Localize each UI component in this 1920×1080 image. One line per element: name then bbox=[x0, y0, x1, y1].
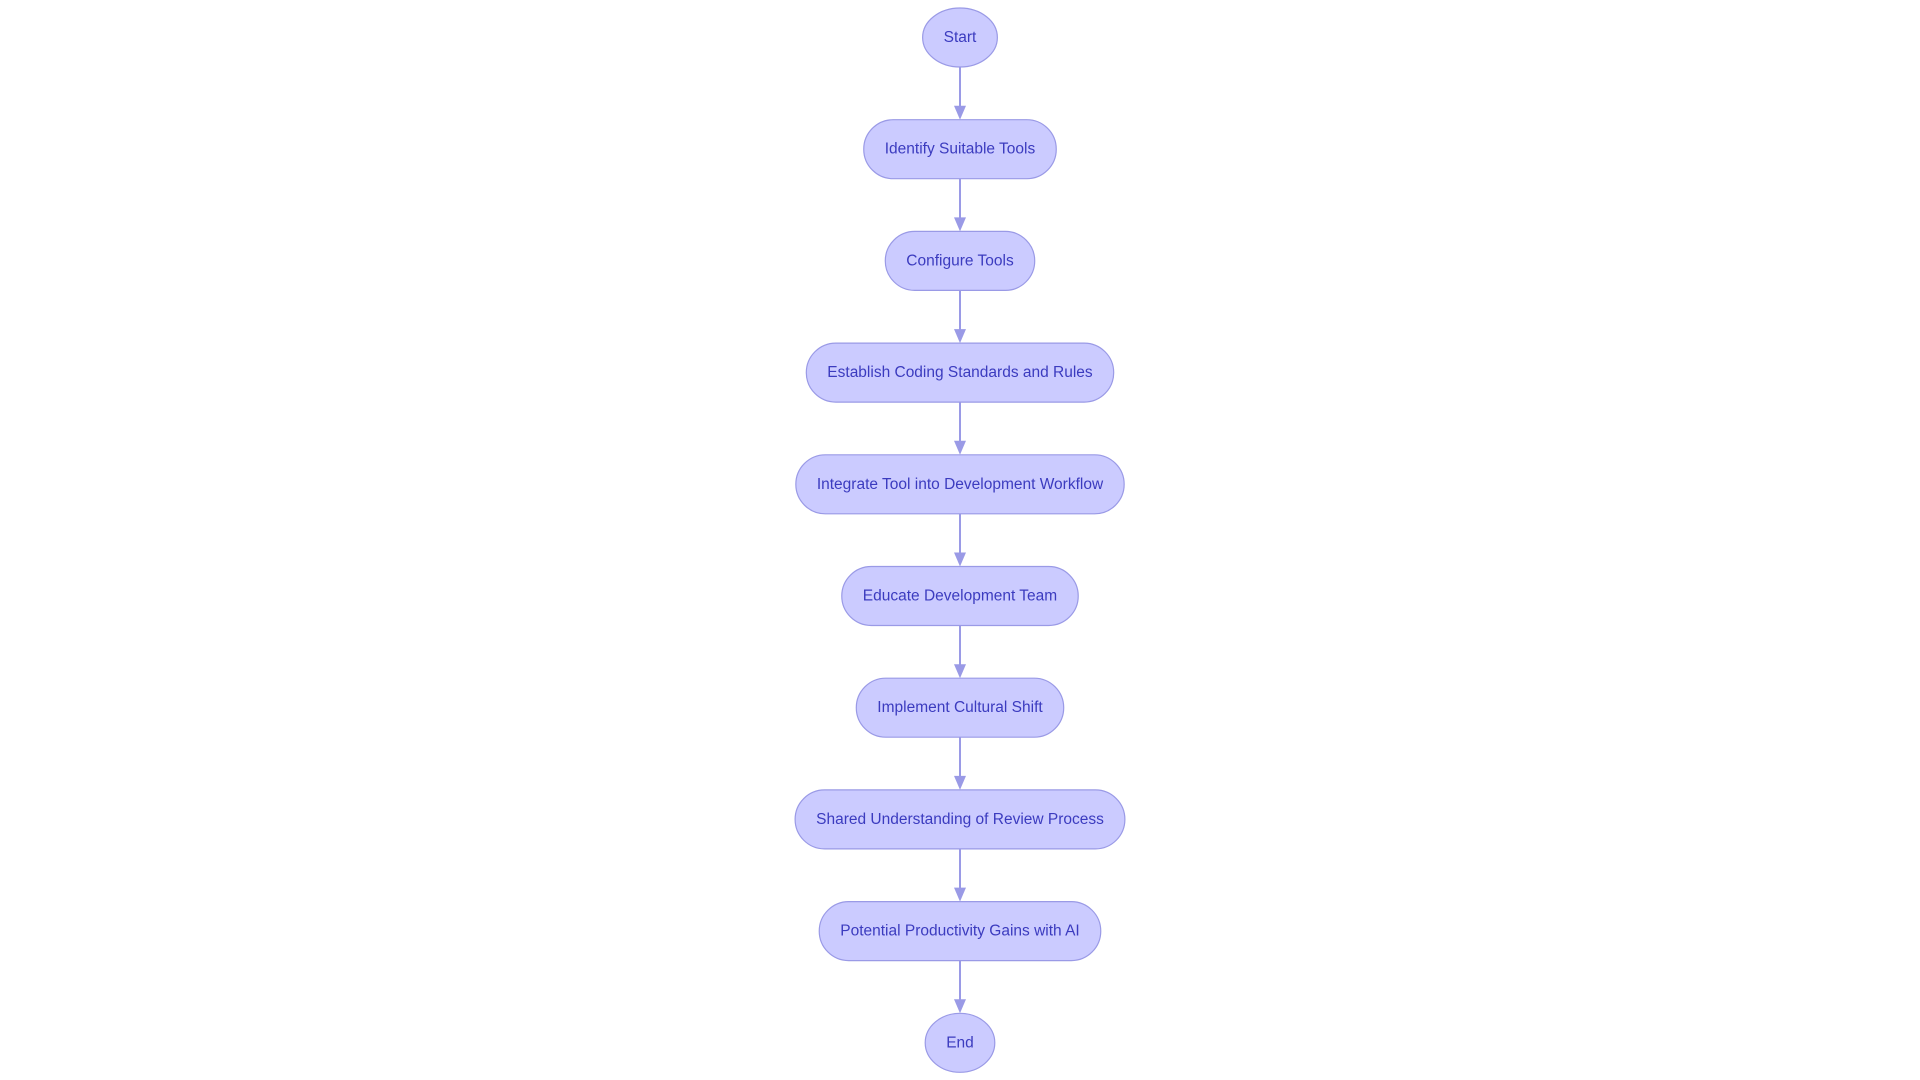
node-label: Establish Coding Standards and Rules bbox=[827, 364, 1093, 381]
node-label: Identify Suitable Tools bbox=[885, 141, 1036, 158]
arrowhead-icon bbox=[954, 105, 966, 120]
node-label: Implement Cultural Shift bbox=[877, 699, 1043, 716]
edge-configure-to-establish bbox=[954, 290, 966, 344]
arrowhead-icon bbox=[954, 440, 966, 455]
edges-layer bbox=[954, 67, 966, 1014]
node-identify: Identify Suitable Tools bbox=[863, 119, 1057, 180]
edge-implement-to-shared bbox=[954, 737, 966, 790]
edge-establish-to-integrate bbox=[954, 402, 966, 455]
node-label: Integrate Tool into Development Workflow bbox=[817, 476, 1104, 493]
arrowhead-icon bbox=[954, 664, 966, 679]
edge-educate-to-implement bbox=[954, 625, 966, 679]
node-educate: Educate Development Team bbox=[841, 565, 1079, 627]
node-potential: Potential Productivity Gains with AI bbox=[818, 900, 1102, 962]
node-shared: Shared Understanding of Review Process bbox=[794, 789, 1126, 850]
edge-potential-to-end bbox=[954, 960, 966, 1014]
node-label: Shared Understanding of Review Process bbox=[816, 811, 1104, 828]
arrowhead-icon bbox=[954, 329, 966, 344]
node-label: Start bbox=[944, 29, 977, 46]
node-integrate: Integrate Tool into Development Workflow bbox=[795, 454, 1125, 515]
node-label: Configure Tools bbox=[906, 252, 1014, 269]
node-label: End bbox=[946, 1034, 974, 1051]
node-configure: Configure Tools bbox=[884, 230, 1036, 291]
edge-shared-to-potential bbox=[954, 848, 966, 902]
flowchart: Start Identify Suitable Tools Configure To… bbox=[794, 7, 1126, 1073]
arrowhead-icon bbox=[954, 775, 966, 790]
node-establish: Establish Coding Standards and Rules bbox=[805, 342, 1115, 403]
node-implement: Implement Cultural Shift bbox=[855, 677, 1065, 738]
arrowhead-icon bbox=[954, 552, 966, 567]
arrowhead-icon bbox=[954, 887, 966, 902]
node-label: Educate Development Team bbox=[863, 588, 1057, 605]
node-label: Potential Productivity Gains with AI bbox=[840, 923, 1080, 940]
node-end: End bbox=[924, 1012, 996, 1073]
arrowhead-icon bbox=[954, 217, 966, 232]
edge-integrate-to-educate bbox=[954, 513, 966, 567]
arrowhead-icon bbox=[954, 999, 966, 1014]
node-start: Start bbox=[922, 7, 998, 68]
edge-identify-to-configure bbox=[954, 178, 966, 232]
edge-start-to-identify bbox=[954, 67, 966, 120]
